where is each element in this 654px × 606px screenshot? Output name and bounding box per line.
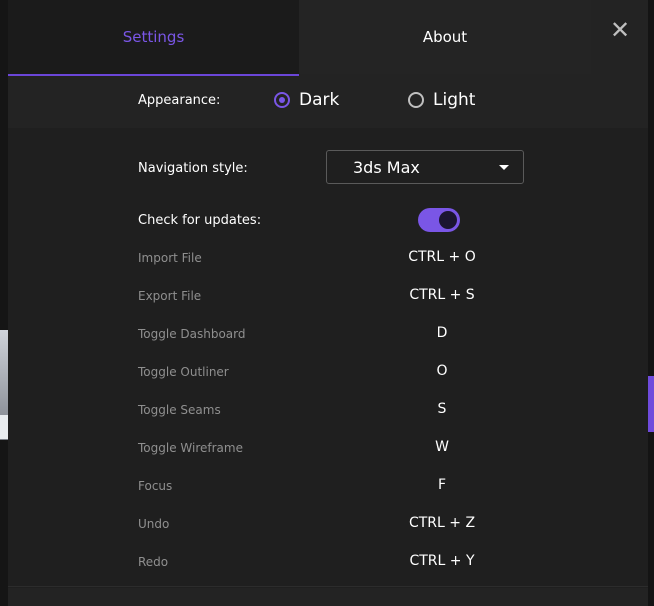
shortcut-row: Focus F [8,468,648,506]
shortcut-key: CTRL + S [409,287,475,303]
shortcut-key: CTRL + Y [409,553,475,569]
shortcut-key: D [436,325,448,341]
shortcut-key: CTRL + Z [408,515,476,531]
shortcut-key: O [436,363,448,379]
shortcut-key: F [437,477,447,493]
shortcut-name: Redo [138,555,169,569]
radio-dark[interactable]: Dark [274,90,339,110]
background-thumbnail-highlight [0,415,8,439]
shortcut-name: Toggle Wireframe [138,441,243,455]
navigation-style-select[interactable]: 3ds Max [326,150,524,184]
shortcut-name: Undo [138,517,170,531]
close-icon[interactable]: ✕ [608,16,632,44]
shortcut-key: S [437,401,447,417]
radio-light[interactable]: Light [408,90,475,110]
tab-about-label: About [422,28,468,46]
shortcut-name: Focus [138,479,173,493]
footer-divider [8,586,648,587]
settings-modal: Settings About ✕ Appearance: Dark Light … [8,0,648,606]
shortcut-row: Toggle Dashboard D [8,316,648,354]
shortcut-row: Toggle Outliner O [8,354,648,392]
tab-about[interactable]: About [299,0,591,74]
shortcut-row: Toggle Seams S [8,392,648,430]
shortcut-row: Export File CTRL + S [8,278,648,316]
shortcut-row: Import File CTRL + O [8,240,648,278]
shortcut-name: Toggle Dashboard [138,327,246,341]
shortcut-name: Export File [138,289,202,303]
radio-dark-indicator [274,92,290,108]
shortcut-key: W [435,439,449,455]
radio-dark-label: Dark [299,90,340,110]
tab-bar: Settings About [8,0,648,76]
tab-settings-label: Settings [122,28,185,46]
check-updates-toggle[interactable] [418,208,460,232]
tab-settings[interactable]: Settings [8,0,299,76]
shortcut-row: Redo CTRL + Y [8,544,648,582]
radio-light-label: Light [433,90,476,110]
settings-content: Navigation style: 3ds Max Check for upda… [8,128,648,588]
shortcut-row: Undo CTRL + Z [8,506,648,544]
radio-light-indicator [408,92,424,108]
shortcut-key: CTRL + O [408,249,476,265]
navigation-style-value: 3ds Max [353,158,420,177]
check-updates-label: Check for updates: [138,213,262,228]
chevron-down-icon [499,165,509,170]
appearance-row: Appearance: Dark Light [8,76,648,129]
toggle-knob [439,211,457,229]
appearance-label: Appearance: [138,93,221,108]
navigation-style-label: Navigation style: [138,161,248,176]
shortcut-row: Toggle Wireframe W [8,430,648,468]
shortcut-name: Toggle Outliner [138,365,229,379]
shortcut-name: Toggle Seams [138,403,221,417]
shortcut-name: Import File [138,251,202,265]
